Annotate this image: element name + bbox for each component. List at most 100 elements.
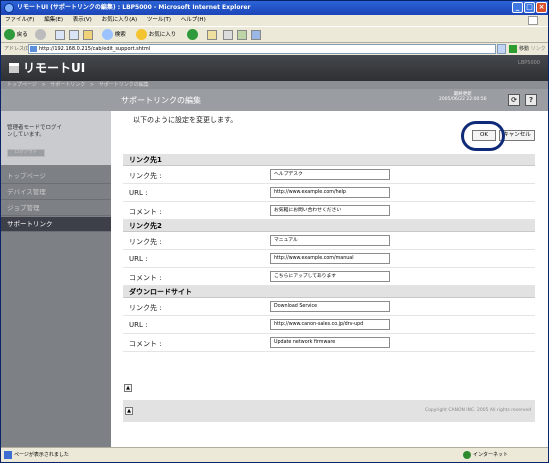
refresh-page-button[interactable]: ⟳	[508, 94, 520, 106]
home-button[interactable]	[83, 29, 93, 41]
back-button[interactable]: 戻る	[4, 29, 28, 41]
star-icon	[136, 29, 147, 40]
menu-edit[interactable]: 編集(E)	[44, 17, 63, 23]
breadcrumb: トップページ > サポートリンク > サポートリンクの編集	[1, 81, 548, 89]
logout-button[interactable]: ログアウト	[7, 149, 45, 157]
page-title-band: サポートリンクの編集 最終更新 2005/06/22 22:00:56 ⟳ ?	[1, 89, 548, 111]
edit-button[interactable]	[237, 29, 247, 41]
form-row: URL : http://www.canon-sales.co.jp/drv-u…	[123, 316, 535, 334]
refresh-button[interactable]	[69, 29, 79, 41]
go-button[interactable]: 移動 リンク	[509, 43, 546, 55]
print-icon	[223, 29, 233, 40]
menu-bar: ファイル(F) 編集(E) 表示(V) お気に入り(A) ツール(T) ヘルプ(…	[1, 15, 548, 26]
scroll-top-icon[interactable]: ▲	[125, 407, 133, 415]
row-label: URL :	[129, 189, 148, 197]
favorites-button[interactable]: お気に入り	[136, 29, 176, 41]
search-icon	[102, 29, 113, 40]
sidebar-item-support-link[interactable]: サポートリンク	[1, 217, 111, 232]
title-bar: リモートUI (サポートリンクの編集) : LBP5000 - Microsof…	[1, 1, 548, 15]
row-label: コメント :	[129, 340, 162, 348]
menu-help[interactable]: ヘルプ(H)	[181, 17, 206, 23]
breadcrumb-current: サポートリンクの編集	[98, 82, 149, 88]
ie-logo-icon	[4, 3, 14, 13]
browser-window: リモートUI (サポートリンクの編集) : LBP5000 - Microsof…	[0, 0, 549, 463]
sidebar-item-device-management[interactable]: デバイス管理	[1, 185, 111, 200]
toolbar: 戻る 検索 お気に入り	[1, 26, 548, 43]
row-label: リンク先 :	[129, 172, 162, 180]
support-link-form: リンク先1 リンク先 : ヘルプデスク URL : http://www.exa…	[123, 154, 535, 352]
form-row: リンク先 : ヘルプデスク	[123, 166, 535, 184]
last-updated: 最終更新 2005/06/22 22:00:56	[439, 92, 487, 102]
row-label: URL :	[129, 255, 148, 263]
app-logo: リモートUI	[9, 59, 85, 77]
download-name-field[interactable]: Download Service	[270, 301, 390, 312]
address-input[interactable]: http://192.168.0.215/cab/edit_support.sh…	[28, 44, 496, 54]
row-label: URL :	[129, 321, 148, 329]
mail-icon	[207, 29, 217, 40]
confirm-message: 以下のように設定を変更します。	[133, 116, 238, 124]
form-row: コメント : Update network firmware	[123, 334, 535, 352]
form-row: コメント : こちらにアップしてあります	[123, 268, 535, 286]
sidebar-item-job-management[interactable]: ジョブ管理	[1, 201, 111, 216]
section-heading: ダウンロードサイト	[123, 286, 535, 298]
section-heading: リンク先1	[123, 154, 535, 166]
download-url-field[interactable]: http://www.canon-sales.co.jp/drv-upd	[270, 319, 390, 330]
home-icon	[83, 29, 93, 40]
link1-comment-field[interactable]: お気軽にお問い合わせください	[270, 205, 390, 216]
print-button[interactable]	[223, 29, 233, 41]
internet-zone-icon	[463, 450, 471, 459]
link1-url-field[interactable]: http://www.example.com/help	[270, 187, 390, 198]
breadcrumb-support-link[interactable]: サポートリンク	[50, 82, 85, 88]
main-panel: 以下のように設定を変更します。 OK キャンセル リンク先1 リンク先 : ヘル…	[111, 111, 548, 447]
row-label: リンク先 :	[129, 304, 162, 312]
refresh-icon	[69, 29, 79, 40]
menu-file[interactable]: ファイル(F)	[5, 17, 34, 23]
go-arrow-icon	[509, 44, 517, 53]
page-title: サポートリンクの編集	[121, 96, 201, 105]
row-label: コメント :	[129, 208, 162, 216]
breadcrumb-top[interactable]: トップページ	[7, 82, 37, 88]
sidebar: 管理者モードでログインしています。 ログアウト トップページ デバイス管理 ジョ…	[1, 111, 111, 447]
row-label: リンク先 :	[129, 238, 162, 246]
app-header: リモートUI LBP5000	[1, 55, 548, 81]
address-bar: アドレス(D) http://192.168.0.215/cab/edit_su…	[1, 43, 548, 55]
edit-icon	[237, 29, 247, 40]
mail-button[interactable]	[207, 29, 217, 41]
link2-name-field[interactable]: マニュアル	[270, 235, 390, 246]
search-button[interactable]: 検索	[102, 29, 126, 41]
row-label: コメント :	[129, 274, 162, 282]
stop-button[interactable]	[55, 29, 65, 41]
login-status-text: 管理者モードでログインしています。	[7, 125, 63, 138]
close-button[interactable]: ×	[536, 2, 547, 13]
menu-tools[interactable]: ツール(T)	[147, 17, 171, 23]
forward-arrow-icon	[35, 29, 46, 40]
windows-flag-icon	[528, 16, 538, 25]
form-row: リンク先 : マニュアル	[123, 232, 535, 250]
page-done-icon	[4, 450, 12, 459]
download-comment-field[interactable]: Update network firmware	[270, 337, 390, 348]
status-text: ページが表示されました	[4, 448, 69, 463]
discuss-button[interactable]	[251, 29, 261, 41]
form-row: URL : http://www.example.com/manual	[123, 250, 535, 268]
history-icon	[187, 29, 198, 40]
link2-comment-field[interactable]: こちらにアップしてあります	[270, 271, 390, 282]
page-footer: ▲ Copyright CANON INC. 2005 All rights r…	[123, 400, 535, 422]
scroll-top-icon[interactable]: ▲	[124, 384, 132, 392]
ok-highlight-circle	[461, 121, 505, 151]
form-row: リンク先 : Download Service	[123, 298, 535, 316]
link1-name-field[interactable]: ヘルプデスク	[270, 169, 390, 180]
form-row: URL : http://www.example.com/help	[123, 184, 535, 202]
sidebar-item-top[interactable]: トップページ	[1, 169, 111, 184]
menu-favorites[interactable]: お気に入り(A)	[102, 17, 138, 23]
help-button[interactable]: ?	[525, 94, 537, 106]
history-button[interactable]	[187, 29, 198, 41]
minimize-button[interactable]: _	[512, 2, 523, 13]
link2-url-field[interactable]: http://www.example.com/manual	[270, 253, 390, 264]
back-arrow-icon	[4, 29, 15, 40]
menu-view[interactable]: 表示(V)	[73, 17, 92, 23]
address-dropdown-icon[interactable]	[497, 44, 506, 54]
forward-button[interactable]	[35, 29, 46, 41]
page-icon	[30, 46, 37, 52]
device-model: LBP5000	[518, 60, 540, 66]
maximize-button[interactable]: □	[524, 2, 535, 13]
